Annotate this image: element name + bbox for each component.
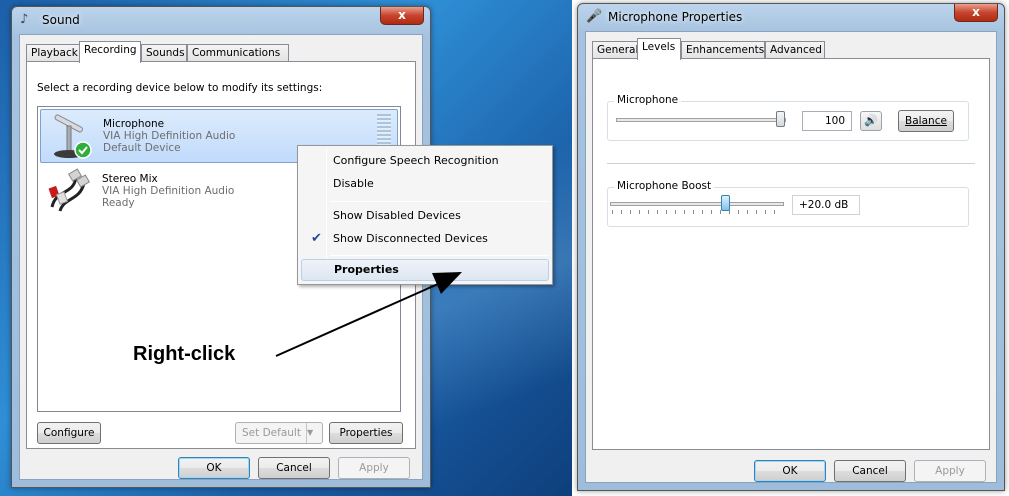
tab-enhancements[interactable]: Enhancements bbox=[681, 41, 765, 59]
speaker-mute-icon[interactable]: 🔊 bbox=[860, 111, 882, 131]
ok-button[interactable]: OK bbox=[754, 460, 826, 482]
balance-label: Balance bbox=[905, 115, 947, 127]
device-status: Ready bbox=[102, 197, 135, 209]
tab-communications[interactable]: Communications bbox=[187, 44, 289, 62]
group-divider bbox=[607, 163, 975, 164]
boost-slider-thumb[interactable] bbox=[721, 195, 731, 211]
instruction-text: Select a recording device below to modif… bbox=[37, 82, 323, 94]
device-driver: VIA High Definition Audio bbox=[103, 130, 236, 142]
boost-group: Microphone Boost +20.0 dB bbox=[607, 180, 969, 227]
tab-recording[interactable]: Recording bbox=[79, 41, 141, 63]
device-status: Default Device bbox=[103, 142, 181, 154]
speaker-icon: ♪ bbox=[20, 12, 29, 27]
menu-separator bbox=[330, 255, 549, 256]
microphone-level-field[interactable]: 100 bbox=[802, 111, 852, 131]
configure-button[interactable]: Configure bbox=[37, 422, 101, 444]
stereo-cable-icon bbox=[48, 168, 91, 212]
boost-slider-track[interactable] bbox=[610, 202, 784, 206]
tab-levels[interactable]: Levels bbox=[637, 38, 681, 60]
menu-item-properties[interactable]: Properties bbox=[301, 259, 549, 281]
tab-sounds[interactable]: Sounds bbox=[141, 44, 187, 62]
microphone-icon bbox=[54, 114, 92, 159]
microphone-slider-track[interactable] bbox=[616, 118, 786, 122]
set-default-label: Set Default bbox=[242, 427, 301, 439]
cancel-button[interactable]: Cancel bbox=[258, 457, 330, 479]
set-default-button: Set Default ▼ bbox=[235, 422, 323, 444]
microphone-group: Microphone 100 🔊 Balance bbox=[607, 94, 969, 141]
tab-advanced[interactable]: Advanced bbox=[765, 41, 825, 59]
microphone-slider-thumb[interactable] bbox=[776, 111, 785, 127]
device-name: Microphone bbox=[103, 118, 165, 130]
boost-slider-ticks bbox=[612, 210, 782, 214]
microphone-group-label: Microphone bbox=[614, 94, 682, 106]
device-driver: VIA High Definition Audio bbox=[102, 185, 235, 197]
close-button[interactable]: x bbox=[380, 7, 424, 25]
tab-playback[interactable]: Playback bbox=[26, 44, 80, 62]
microphone-icon: 🎤 bbox=[586, 9, 603, 24]
close-button[interactable]: x bbox=[954, 4, 998, 22]
mic-properties-window: 🎤 Microphone Properties x General Levels… bbox=[577, 3, 1005, 491]
menu-item-show-disabled[interactable]: Show Disabled Devices bbox=[301, 205, 549, 227]
apply-button: Apply bbox=[914, 460, 986, 482]
sound-titlebar[interactable]: ♪ Sound x bbox=[12, 7, 430, 33]
device-name: Stereo Mix bbox=[102, 173, 158, 185]
checkmark-icon: ✔ bbox=[311, 231, 322, 246]
apply-button: Apply bbox=[338, 457, 410, 479]
chevron-down-icon: ▼ bbox=[306, 423, 320, 443]
balance-button[interactable]: Balance bbox=[898, 110, 954, 132]
ok-button[interactable]: OK bbox=[178, 457, 250, 479]
menu-item-disable[interactable]: Disable bbox=[301, 173, 549, 195]
boost-group-label: Microphone Boost bbox=[614, 180, 715, 192]
context-menu: Configure Speech Recognition Disable Sho… bbox=[297, 145, 553, 285]
menu-item-label: Show Disconnected Devices bbox=[333, 232, 488, 245]
levels-panel: Microphone 100 🔊 Balance Microphone Boos… bbox=[592, 58, 990, 450]
sound-window-title: Sound bbox=[42, 13, 80, 27]
mic-titlebar[interactable]: 🎤 Microphone Properties x bbox=[578, 4, 1004, 30]
menu-item-configure-speech[interactable]: Configure Speech Recognition bbox=[301, 150, 549, 172]
boost-level-field: +20.0 dB bbox=[792, 195, 860, 215]
menu-item-show-disconnected[interactable]: ✔ Show Disconnected Devices bbox=[301, 228, 549, 250]
tab-general[interactable]: General bbox=[592, 41, 638, 59]
properties-button[interactable]: Properties bbox=[329, 422, 403, 444]
cancel-button[interactable]: Cancel bbox=[834, 460, 906, 482]
menu-separator bbox=[330, 201, 549, 202]
right-click-annotation: Right-click bbox=[133, 343, 236, 365]
mic-client-area: General Levels Enhancements Advanced Mic… bbox=[585, 31, 997, 483]
mic-window-title: Microphone Properties bbox=[608, 10, 743, 24]
